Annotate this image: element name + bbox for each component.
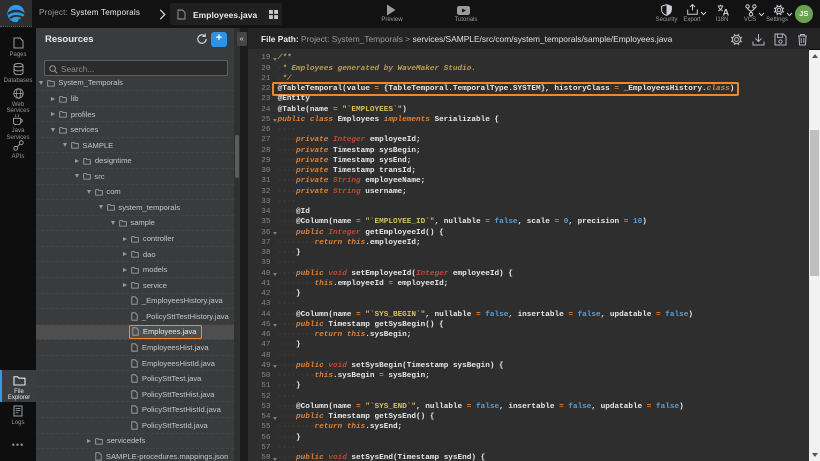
svg-text:A: A <box>722 7 728 16</box>
